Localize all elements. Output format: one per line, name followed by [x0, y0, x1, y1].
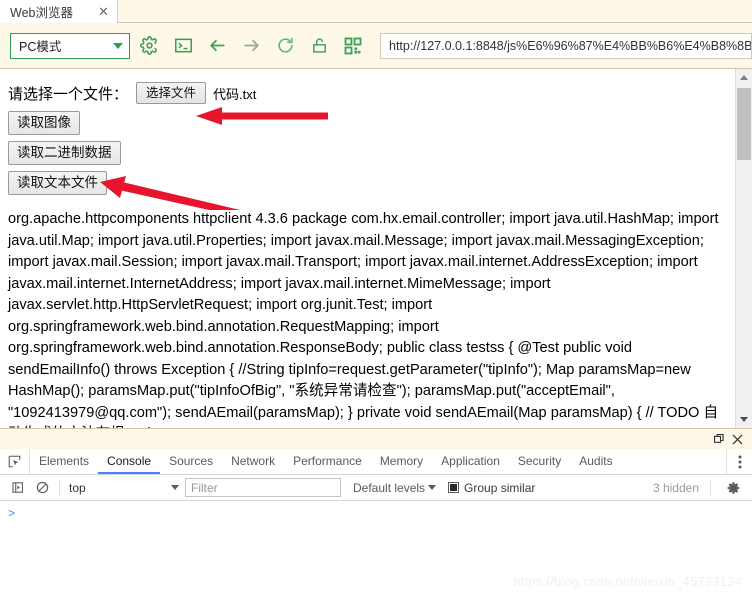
read-text-button-wrap: 读取文本文件: [8, 165, 725, 195]
read-image-button-wrap: 读取图像: [8, 105, 725, 135]
close-icon[interactable]: ✕: [96, 5, 111, 18]
browser-tab[interactable]: Web浏览器 ✕: [0, 0, 118, 23]
tab-strip: Web浏览器 ✕: [0, 0, 752, 23]
device-mode-select[interactable]: PC模式: [10, 32, 130, 59]
chosen-file-name: 代码.txt: [213, 86, 257, 102]
watermark-text: https://blog.csdn.net/weixin_45733134: [513, 574, 742, 589]
divider: [59, 479, 60, 496]
read-binary-button-wrap: 读取二进制数据: [8, 135, 725, 165]
read-binary-data-button[interactable]: 读取二进制数据: [8, 141, 121, 165]
dock-side-icon[interactable]: [710, 431, 728, 447]
group-similar-checkbox[interactable]: Group similar: [448, 481, 535, 495]
devtools-window-controls: [0, 429, 752, 449]
tab-memory[interactable]: Memory: [371, 449, 432, 474]
qr-code-icon[interactable]: [338, 31, 368, 61]
scroll-up-arrow-icon[interactable]: [736, 69, 752, 86]
file-prompt-label: 请选择一个文件：: [8, 85, 129, 103]
tab-network-label: Network: [231, 453, 276, 468]
console-levels-select[interactable]: Default levels: [353, 480, 437, 495]
more-options-icon[interactable]: [726, 449, 752, 474]
devtools-tab-bar: Elements Console Sources Network Perform…: [0, 449, 752, 475]
console-filter-placeholder: Filter: [191, 480, 218, 495]
page-viewport: 请选择一个文件： 选择文件 代码.txt 读取图像 读取二进制数据 读取文本文件…: [0, 68, 752, 428]
tab-elements[interactable]: Elements: [30, 449, 98, 474]
tab-performance[interactable]: Performance: [284, 449, 371, 474]
url-input[interactable]: http://127.0.0.1:8848/js%E6%96%87%E4%BB%…: [380, 32, 752, 59]
tab-strip-empty-area: [118, 0, 752, 23]
arrow-right-icon[interactable]: [236, 31, 266, 61]
chevron-down-icon: [428, 485, 437, 490]
tab-security-label: Security: [517, 453, 562, 468]
console-filter-bar: top Filter Default levels Group similar …: [0, 475, 752, 501]
no-entry-icon[interactable]: [30, 476, 54, 500]
tab-network[interactable]: Network: [222, 449, 284, 474]
read-image-button[interactable]: 读取图像: [8, 111, 80, 135]
tab-console-label: Console: [107, 453, 152, 468]
checkbox-icon: [448, 482, 460, 493]
page-vertical-scrollbar[interactable]: [735, 69, 752, 428]
tab-application[interactable]: Application: [432, 449, 509, 474]
choose-file-button[interactable]: 选择文件: [136, 82, 207, 104]
console-context-select[interactable]: top: [65, 478, 185, 498]
device-mode-value: PC模式: [19, 40, 62, 54]
file-input-row: 请选择一个文件： 选择文件 代码.txt: [8, 81, 725, 105]
scroll-down-arrow-icon[interactable]: [736, 411, 752, 428]
group-similar-label: Group similar: [464, 480, 536, 495]
close-icon[interactable]: [728, 431, 746, 447]
tab-security[interactable]: Security: [509, 449, 570, 474]
divider: [710, 479, 711, 496]
tab-application-label: Application: [441, 453, 500, 468]
scrollbar-thumb[interactable]: [737, 88, 751, 160]
console-context-value: top: [69, 480, 86, 495]
tab-sources[interactable]: Sources: [160, 449, 222, 474]
console-prompt-caret: >: [8, 507, 16, 521]
terminal-icon[interactable]: [168, 31, 198, 61]
browser-window: Web浏览器 ✕ PC模式 http://127.0.0.1:8848/js%E…: [0, 0, 752, 597]
filter-bar-right: 3 hidden: [653, 476, 746, 500]
clear-console-icon[interactable]: [6, 476, 30, 500]
tab-sources-label: Sources: [169, 453, 214, 468]
file-output-text: org.apache.httpcomponents httpclient 4.3…: [8, 211, 719, 428]
browser-tab-label: Web浏览器: [10, 6, 73, 20]
devtools-panel: Elements Console Sources Network Perform…: [0, 428, 752, 597]
console-levels-label: Default levels: [353, 480, 426, 495]
unlock-icon[interactable]: [304, 31, 334, 61]
gear-icon[interactable]: [722, 476, 746, 500]
inspect-element-icon[interactable]: [0, 449, 30, 474]
tab-audits-label: Audits: [579, 453, 613, 468]
arrow-left-icon[interactable]: [202, 31, 232, 61]
tab-performance-label: Performance: [293, 453, 362, 468]
browser-toolbar: PC模式 http://127.0.0.1:8848/js%E6%96%87%E…: [0, 23, 752, 68]
chevron-down-icon: [171, 485, 179, 490]
tab-audits[interactable]: Audits: [570, 449, 621, 474]
reload-icon[interactable]: [270, 31, 300, 61]
console-input-prompt[interactable]: >: [0, 501, 752, 521]
gear-icon[interactable]: [134, 31, 164, 61]
console-filter-input[interactable]: Filter: [185, 478, 341, 497]
page-content: 请选择一个文件： 选择文件 代码.txt 读取图像 读取二进制数据 读取文本文件…: [0, 69, 735, 428]
tab-bar-spacer: [622, 449, 726, 474]
hidden-messages-count: 3 hidden: [652, 480, 699, 495]
tab-elements-label: Elements: [39, 453, 90, 468]
read-text-file-button[interactable]: 读取文本文件: [8, 171, 107, 195]
chevron-down-icon: [113, 42, 123, 49]
tab-console[interactable]: Console: [98, 449, 161, 474]
tab-memory-label: Memory: [379, 453, 424, 468]
